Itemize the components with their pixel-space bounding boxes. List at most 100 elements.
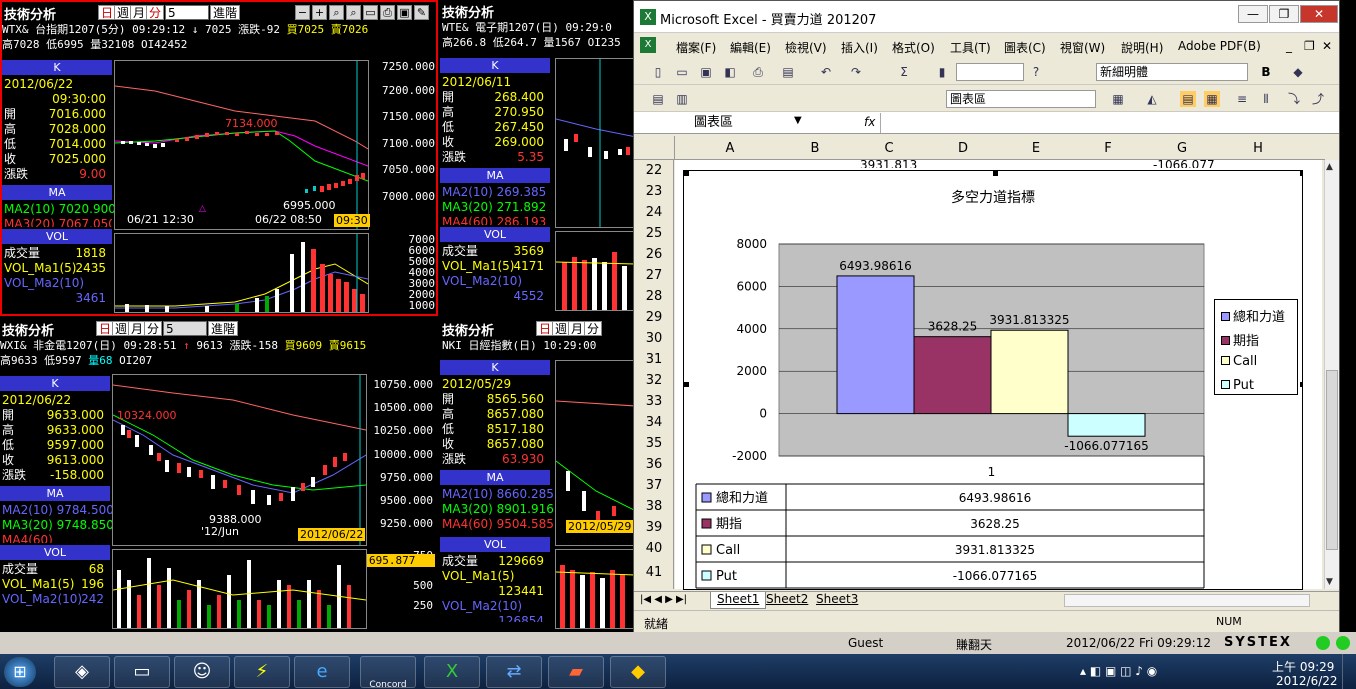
by-column-icon[interactable]: ⦀ — [1258, 91, 1274, 107]
menu-chart[interactable]: 圖表(C) — [1004, 39, 1046, 56]
workbook-icon[interactable]: X — [640, 37, 656, 53]
cell-c22[interactable]: 3931.813 — [860, 158, 917, 168]
restore-button[interactable]: ❐ — [1269, 5, 1299, 23]
period-select[interactable]: 5 — [163, 321, 207, 336]
permission-icon[interactable]: ◧ — [722, 64, 738, 80]
row-30[interactable]: 30 — [634, 331, 674, 346]
chart-objects-combo[interactable]: 圖表區 — [946, 90, 1096, 108]
minimize-button[interactable]: — — [1238, 5, 1268, 23]
row-33[interactable]: 33 — [634, 394, 674, 409]
chart-type-icon[interactable]: ◭ — [1144, 91, 1160, 107]
powerpoint-icon[interactable]: ▰ — [548, 656, 604, 688]
doc-restore-icon[interactable]: ❐ — [1304, 39, 1315, 53]
bold-icon[interactable]: B — [1258, 64, 1274, 80]
volume-chart[interactable] — [114, 233, 369, 313]
embedded-chart[interactable]: 多空力道指標 8000 6000 4000 2000 0 -2000 6493.98616 3… — [683, 170, 1303, 590]
row-27[interactable]: 27 — [634, 268, 674, 283]
help-icon[interactable]: ? — [1028, 64, 1044, 80]
volume-chart[interactable] — [555, 549, 635, 629]
row-31[interactable]: 31 — [634, 352, 674, 367]
print-icon[interactable]: ⎙ — [750, 64, 766, 80]
advanced-button[interactable]: 進階 — [208, 321, 239, 336]
pdf-icon[interactable]: ▤ — [650, 91, 666, 107]
clock-time[interactable]: 上午 09:29 — [1272, 658, 1334, 675]
zoom-out-icon[interactable]: ⌕ — [346, 5, 361, 20]
volume-chart[interactable] — [112, 549, 367, 629]
row-28[interactable]: 28 — [634, 289, 674, 304]
tab-sheet1[interactable]: Sheet1 — [710, 592, 767, 609]
row-23[interactable]: 23 — [634, 184, 674, 199]
window-icon[interactable]: ▣ — [397, 5, 412, 20]
close-button[interactable]: ✕ — [1300, 5, 1338, 23]
price-chart[interactable]: 10324.000 9388.000 '12/Jun — [112, 374, 367, 546]
fill-color-icon[interactable]: ◆ — [1290, 64, 1306, 80]
autosum-icon[interactable]: Σ — [896, 64, 912, 80]
chat-icon[interactable]: ▭ — [363, 5, 378, 20]
pdf-email-icon[interactable]: ▥ — [674, 91, 690, 107]
angle-text-up-icon[interactable]: ⤴ — [1310, 91, 1326, 107]
tab-sheet3[interactable]: Sheet3 — [810, 592, 864, 609]
menu-window[interactable]: 視窗(W) — [1060, 39, 1105, 56]
scroll-up-icon[interactable]: ▲ — [1326, 162, 1333, 172]
plus-icon[interactable]: + — [312, 5, 327, 20]
zoom-combo[interactable] — [956, 63, 1024, 81]
col-c[interactable]: C — [852, 141, 926, 156]
menu-insert[interactable]: 插入(I) — [841, 39, 878, 56]
teamviewer-icon[interactable]: ⇄ — [486, 656, 542, 688]
virtualbox-icon[interactable]: ◈ — [54, 656, 110, 688]
angle-text-down-icon[interactable]: ⤵ — [1286, 91, 1302, 107]
scroll-thumb[interactable] — [1326, 370, 1338, 550]
col-d[interactable]: D — [926, 141, 1000, 156]
scroll-down-icon[interactable]: ▼ — [1326, 577, 1333, 587]
start-button-icon[interactable]: ⊞ — [4, 657, 36, 687]
function-icon[interactable]: fx — [864, 115, 875, 129]
tab-sheet2[interactable]: Sheet2 — [760, 592, 814, 609]
row-35[interactable]: 35 — [634, 436, 674, 451]
menu-view[interactable]: 檢視(V) — [785, 39, 827, 56]
formula-input[interactable] — [880, 113, 1337, 133]
paste-icon[interactable]: ▤ — [780, 64, 796, 80]
row-41[interactable]: 41 — [634, 565, 674, 581]
format-chart-icon[interactable]: ▦ — [1110, 91, 1126, 107]
menu-help[interactable]: 說明(H) — [1121, 39, 1163, 56]
row-22[interactable]: 22 — [634, 163, 674, 178]
save-icon[interactable]: ▣ — [698, 64, 714, 80]
open-icon[interactable]: ▭ — [674, 64, 690, 80]
col-b[interactable]: B — [778, 141, 852, 156]
row-39[interactable]: 39 — [634, 520, 674, 535]
row-29[interactable]: 29 — [634, 310, 674, 325]
col-g[interactable]: G — [1144, 141, 1220, 156]
col-a[interactable]: A — [682, 141, 778, 156]
clock-date[interactable]: 2012/6/22 — [1276, 674, 1338, 688]
price-chart[interactable] — [555, 58, 635, 228]
show-desktop-button[interactable] — [1342, 654, 1356, 689]
new-icon[interactable]: ▯ — [650, 64, 666, 80]
minute-button[interactable]: 分 — [144, 321, 163, 336]
legend-icon[interactable]: ▤ — [1180, 91, 1196, 107]
row-34[interactable]: 34 — [634, 415, 674, 430]
minute-button[interactable]: 分 — [146, 5, 165, 20]
flash-app-icon[interactable]: ⚡ — [234, 656, 290, 688]
row-40[interactable]: 40 — [634, 541, 674, 556]
col-f[interactable]: F — [1072, 141, 1144, 156]
menu-adobe-pdf[interactable]: Adobe PDF(B) — [1178, 39, 1261, 53]
row-36[interactable]: 36 — [634, 457, 674, 472]
redo-icon[interactable]: ↷ — [848, 64, 864, 80]
excel-taskbar-icon[interactable]: X — [424, 656, 480, 688]
horizontal-scrollbar[interactable] — [1064, 594, 1310, 607]
tray-icons[interactable]: ▴ ◧ ▣ ◫ ♪ ◉ — [1080, 664, 1157, 678]
doc-close-icon[interactable]: ✕ — [1322, 39, 1332, 53]
name-box-dropdown-icon[interactable]: ▼ — [794, 115, 802, 126]
vertical-scrollbar[interactable]: ▲ ▼ — [1324, 160, 1339, 589]
chart-legend[interactable]: 總和力道 期指 Call Put — [1214, 299, 1298, 395]
price-chart[interactable]: 7134.000 6995.000 △ 06/21 12:30 06/22 08… — [114, 60, 369, 230]
internet-explorer-icon[interactable]: e — [294, 656, 350, 688]
data-table-icon[interactable]: ▦ — [1204, 91, 1220, 107]
minute-button[interactable]: 分 — [584, 321, 603, 336]
col-h[interactable]: H — [1220, 141, 1296, 156]
by-row-icon[interactable]: ≡ — [1234, 91, 1250, 107]
row-26[interactable]: 26 — [634, 247, 674, 262]
menu-edit[interactable]: 編輯(E) — [730, 39, 771, 56]
font-name-combo[interactable]: 新細明體 — [1096, 63, 1248, 81]
doc-minimize-icon[interactable]: _ — [1286, 39, 1292, 53]
